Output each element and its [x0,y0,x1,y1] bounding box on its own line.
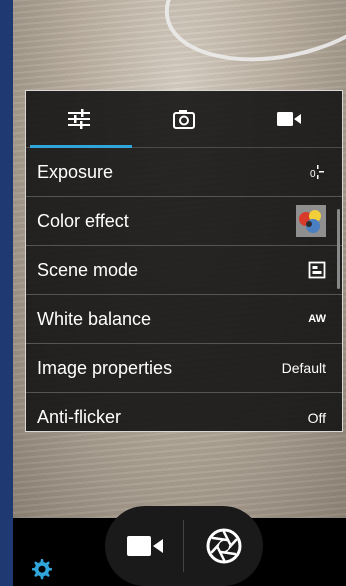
shutter-button[interactable] [194,516,254,576]
setting-row-anti-flicker[interactable]: Anti-flicker Off [26,393,342,442]
scene-mode-icon [308,261,326,279]
viewfinder-cable [152,0,346,82]
shutter-icon [206,528,241,564]
setting-label: Color effect [37,210,129,231]
white-balance-auto-icon: AW [308,313,326,325]
setting-label: Exposure [37,161,114,182]
setting-row-exposure[interactable]: Exposure 0 [26,148,342,197]
gear-icon[interactable] [29,557,53,581]
setting-value: Off [307,409,326,426]
sliders-icon [67,109,90,129]
setting-label: Anti-flicker [37,407,122,427]
video-record-button[interactable] [115,516,175,576]
settings-scrollbar[interactable] [337,209,340,289]
settings-list: Exposure 0 Color effect Scene mode White… [26,148,342,442]
video-icon [277,112,302,126]
exposure-icon: 0 [310,165,324,180]
camera-app: Exposure 0 Color effect Scene mode White… [0,0,346,586]
setting-value: Default [281,360,326,376]
settings-panel: Exposure 0 Color effect Scene mode White… [25,90,343,432]
setting-row-color-effect[interactable]: Color effect [26,197,342,246]
capture-controls [105,506,263,586]
setting-label: Image properties [37,357,173,378]
setting-row-scene-mode[interactable]: Scene mode [26,246,342,295]
left-edge-strip [0,0,13,586]
settings-tabs [26,91,342,148]
setting-label: White balance [37,308,152,329]
video-icon [126,536,163,556]
tab-photo-settings[interactable] [131,91,236,147]
setting-row-image-properties[interactable]: Image properties Default [26,344,342,393]
controls-divider [183,520,184,572]
tab-general-settings[interactable] [26,91,131,147]
tab-video-settings[interactable] [237,91,342,147]
camera-icon [172,110,195,129]
setting-label: Scene mode [37,259,139,280]
setting-row-white-balance[interactable]: White balance AW [26,295,342,344]
color-effect-thumbnail [296,205,326,237]
svg-text:0: 0 [310,169,316,180]
